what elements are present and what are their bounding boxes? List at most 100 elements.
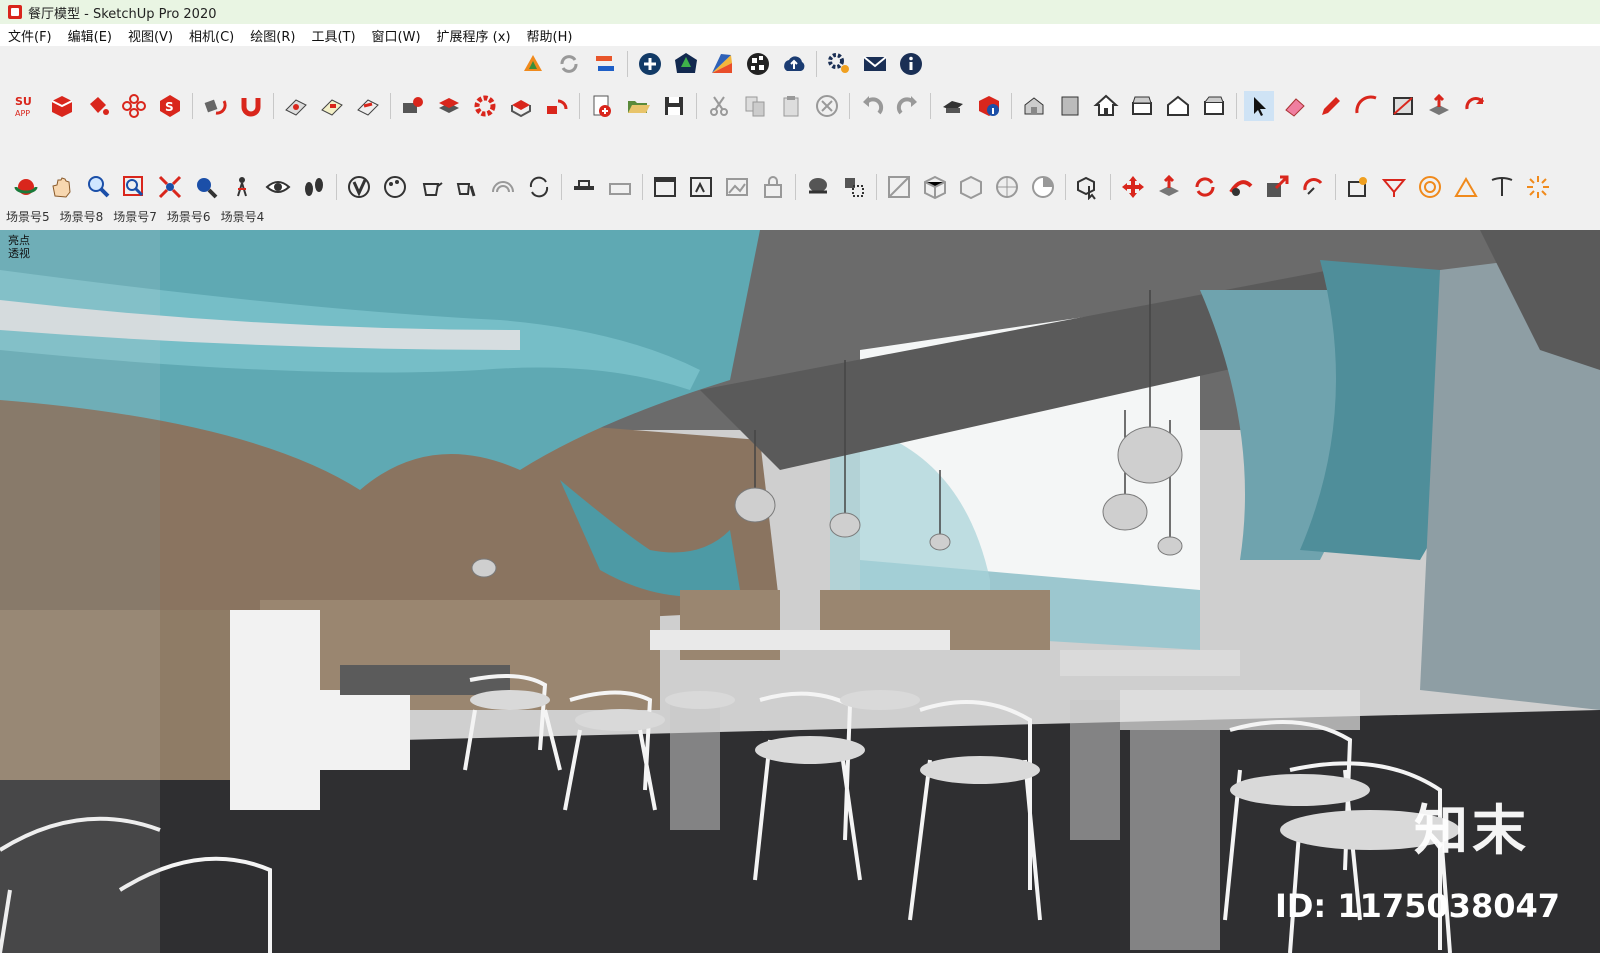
plane-tool-icon[interactable] [281, 91, 311, 121]
frame-buffer-icon[interactable] [569, 172, 599, 202]
pencil-icon[interactable] [1316, 91, 1346, 121]
menu-extensions[interactable]: 扩展程序 (x) [429, 26, 519, 45]
material-palette-icon[interactable] [380, 172, 410, 202]
s-logo-icon[interactable]: S [155, 91, 185, 121]
tape-icon[interactable] [1379, 172, 1409, 202]
lock-icon[interactable] [758, 172, 788, 202]
scene-tab[interactable]: 场景号4 [215, 208, 269, 228]
swap-icon[interactable] [590, 49, 620, 79]
rectangle-icon[interactable] [1388, 91, 1418, 121]
zoom-extents-icon[interactable] [155, 172, 185, 202]
erase-circle-icon[interactable] [812, 91, 842, 121]
rotate-red-icon[interactable] [1460, 91, 1490, 121]
orbit-icon[interactable] [11, 172, 41, 202]
info-icon[interactable] [896, 49, 926, 79]
model-info-icon[interactable] [974, 91, 1004, 121]
arc-icon[interactable] [1352, 91, 1382, 121]
zoom-icon[interactable] [83, 172, 113, 202]
scene-tab[interactable]: 场景号7 [107, 208, 161, 228]
push-pull-2-icon[interactable] [1154, 172, 1184, 202]
3d-box-icon[interactable] [47, 91, 77, 121]
sun-icon[interactable] [1523, 172, 1553, 202]
mail-icon[interactable] [860, 49, 890, 79]
print-icon[interactable] [938, 91, 968, 121]
scene-tab[interactable]: 场景号6 [161, 208, 215, 228]
zoom-window-icon[interactable] [119, 172, 149, 202]
follow-me-icon[interactable] [1226, 172, 1256, 202]
sync-icon[interactable] [554, 49, 584, 79]
image-icon[interactable] [722, 172, 752, 202]
su-app-icon[interactable]: SU APP [11, 91, 41, 121]
add-circle-icon[interactable] [635, 49, 665, 79]
scene-tab[interactable]: 场景号8 [54, 208, 108, 228]
move-icon[interactable] [1118, 172, 1148, 202]
cloud-upload-icon[interactable] [779, 49, 809, 79]
menu-view[interactable]: 视图(V) [120, 26, 181, 45]
menu-file[interactable]: 文件(F) [0, 26, 60, 45]
window-frame-icon[interactable] [650, 172, 680, 202]
teapot-icon[interactable] [416, 172, 446, 202]
dimension-icon[interactable] [1343, 172, 1373, 202]
extension-warehouse-icon[interactable] [518, 49, 548, 79]
section-plane-icon[interactable] [884, 172, 914, 202]
protractor-icon[interactable] [1415, 172, 1445, 202]
push-pull-icon[interactable] [1424, 91, 1454, 121]
menu-help[interactable]: 帮助(H) [519, 26, 581, 45]
interactive-render-icon[interactable] [452, 172, 482, 202]
new-model-icon[interactable] [587, 91, 617, 121]
sphere-object-icon[interactable] [803, 172, 833, 202]
cube-wire-icon[interactable] [956, 172, 986, 202]
top-view-icon[interactable] [1055, 91, 1085, 121]
menu-camera[interactable]: 相机(C) [181, 26, 242, 45]
refresh-camera-icon[interactable] [524, 172, 554, 202]
plane-tool-2-icon[interactable] [317, 91, 347, 121]
iso-view-icon[interactable] [1019, 91, 1049, 121]
menu-edit[interactable]: 编辑(E) [60, 26, 120, 45]
menu-window[interactable]: 窗口(W) [364, 26, 429, 45]
model-viewport[interactable]: 亮点 透视 知末 ID: 1175038047 [0, 230, 1600, 953]
left-view-icon[interactable] [1199, 91, 1229, 121]
menu-draw[interactable]: 绘图(R) [242, 26, 303, 45]
scale-icon[interactable] [1262, 172, 1292, 202]
menu-tools[interactable]: 工具(T) [303, 26, 363, 45]
eraser-icon[interactable] [1280, 91, 1310, 121]
pan-hand-icon[interactable] [47, 172, 77, 202]
position-camera-icon[interactable] [227, 172, 257, 202]
back-view-icon[interactable] [1163, 91, 1193, 121]
cut-icon[interactable] [704, 91, 734, 121]
checker-sphere-icon[interactable] [743, 49, 773, 79]
plane-tool-3-icon[interactable] [353, 91, 383, 121]
scene-tab[interactable]: 场景号5 [0, 208, 54, 228]
text-icon[interactable] [1451, 172, 1481, 202]
component-gear-icon[interactable] [398, 91, 428, 121]
component-cursor-icon[interactable] [1073, 172, 1103, 202]
look-around-icon[interactable] [263, 172, 293, 202]
save-icon[interactable] [659, 91, 689, 121]
vray-icon[interactable] [344, 172, 374, 202]
flip-icon[interactable] [200, 91, 230, 121]
axes-icon[interactable] [1487, 172, 1517, 202]
cube-style-icon[interactable] [920, 172, 950, 202]
open-folder-icon[interactable] [623, 91, 653, 121]
lighting-icon[interactable] [488, 172, 518, 202]
flower-icon[interactable] [119, 91, 149, 121]
render-output-icon[interactable] [605, 172, 635, 202]
previous-view-icon[interactable] [191, 172, 221, 202]
front-view-icon[interactable] [1091, 91, 1121, 121]
paint-bucket-icon[interactable] [83, 91, 113, 121]
gear-red-icon[interactable] [470, 91, 500, 121]
tree-icon[interactable] [671, 49, 701, 79]
sphere-checker-icon[interactable] [1028, 172, 1058, 202]
select-arrow-icon[interactable] [1244, 91, 1274, 121]
right-view-icon[interactable] [1127, 91, 1157, 121]
layers-fan-icon[interactable] [707, 49, 737, 79]
settings-gear-icon[interactable] [824, 49, 854, 79]
paste-icon[interactable] [776, 91, 806, 121]
offset-icon[interactable] [1298, 172, 1328, 202]
magnet-icon[interactable] [236, 91, 266, 121]
redo-icon[interactable] [893, 91, 923, 121]
sphere-grid-icon[interactable] [992, 172, 1022, 202]
undo-icon[interactable] [857, 91, 887, 121]
rotate-icon[interactable] [1190, 172, 1220, 202]
signal-icon[interactable] [542, 91, 572, 121]
